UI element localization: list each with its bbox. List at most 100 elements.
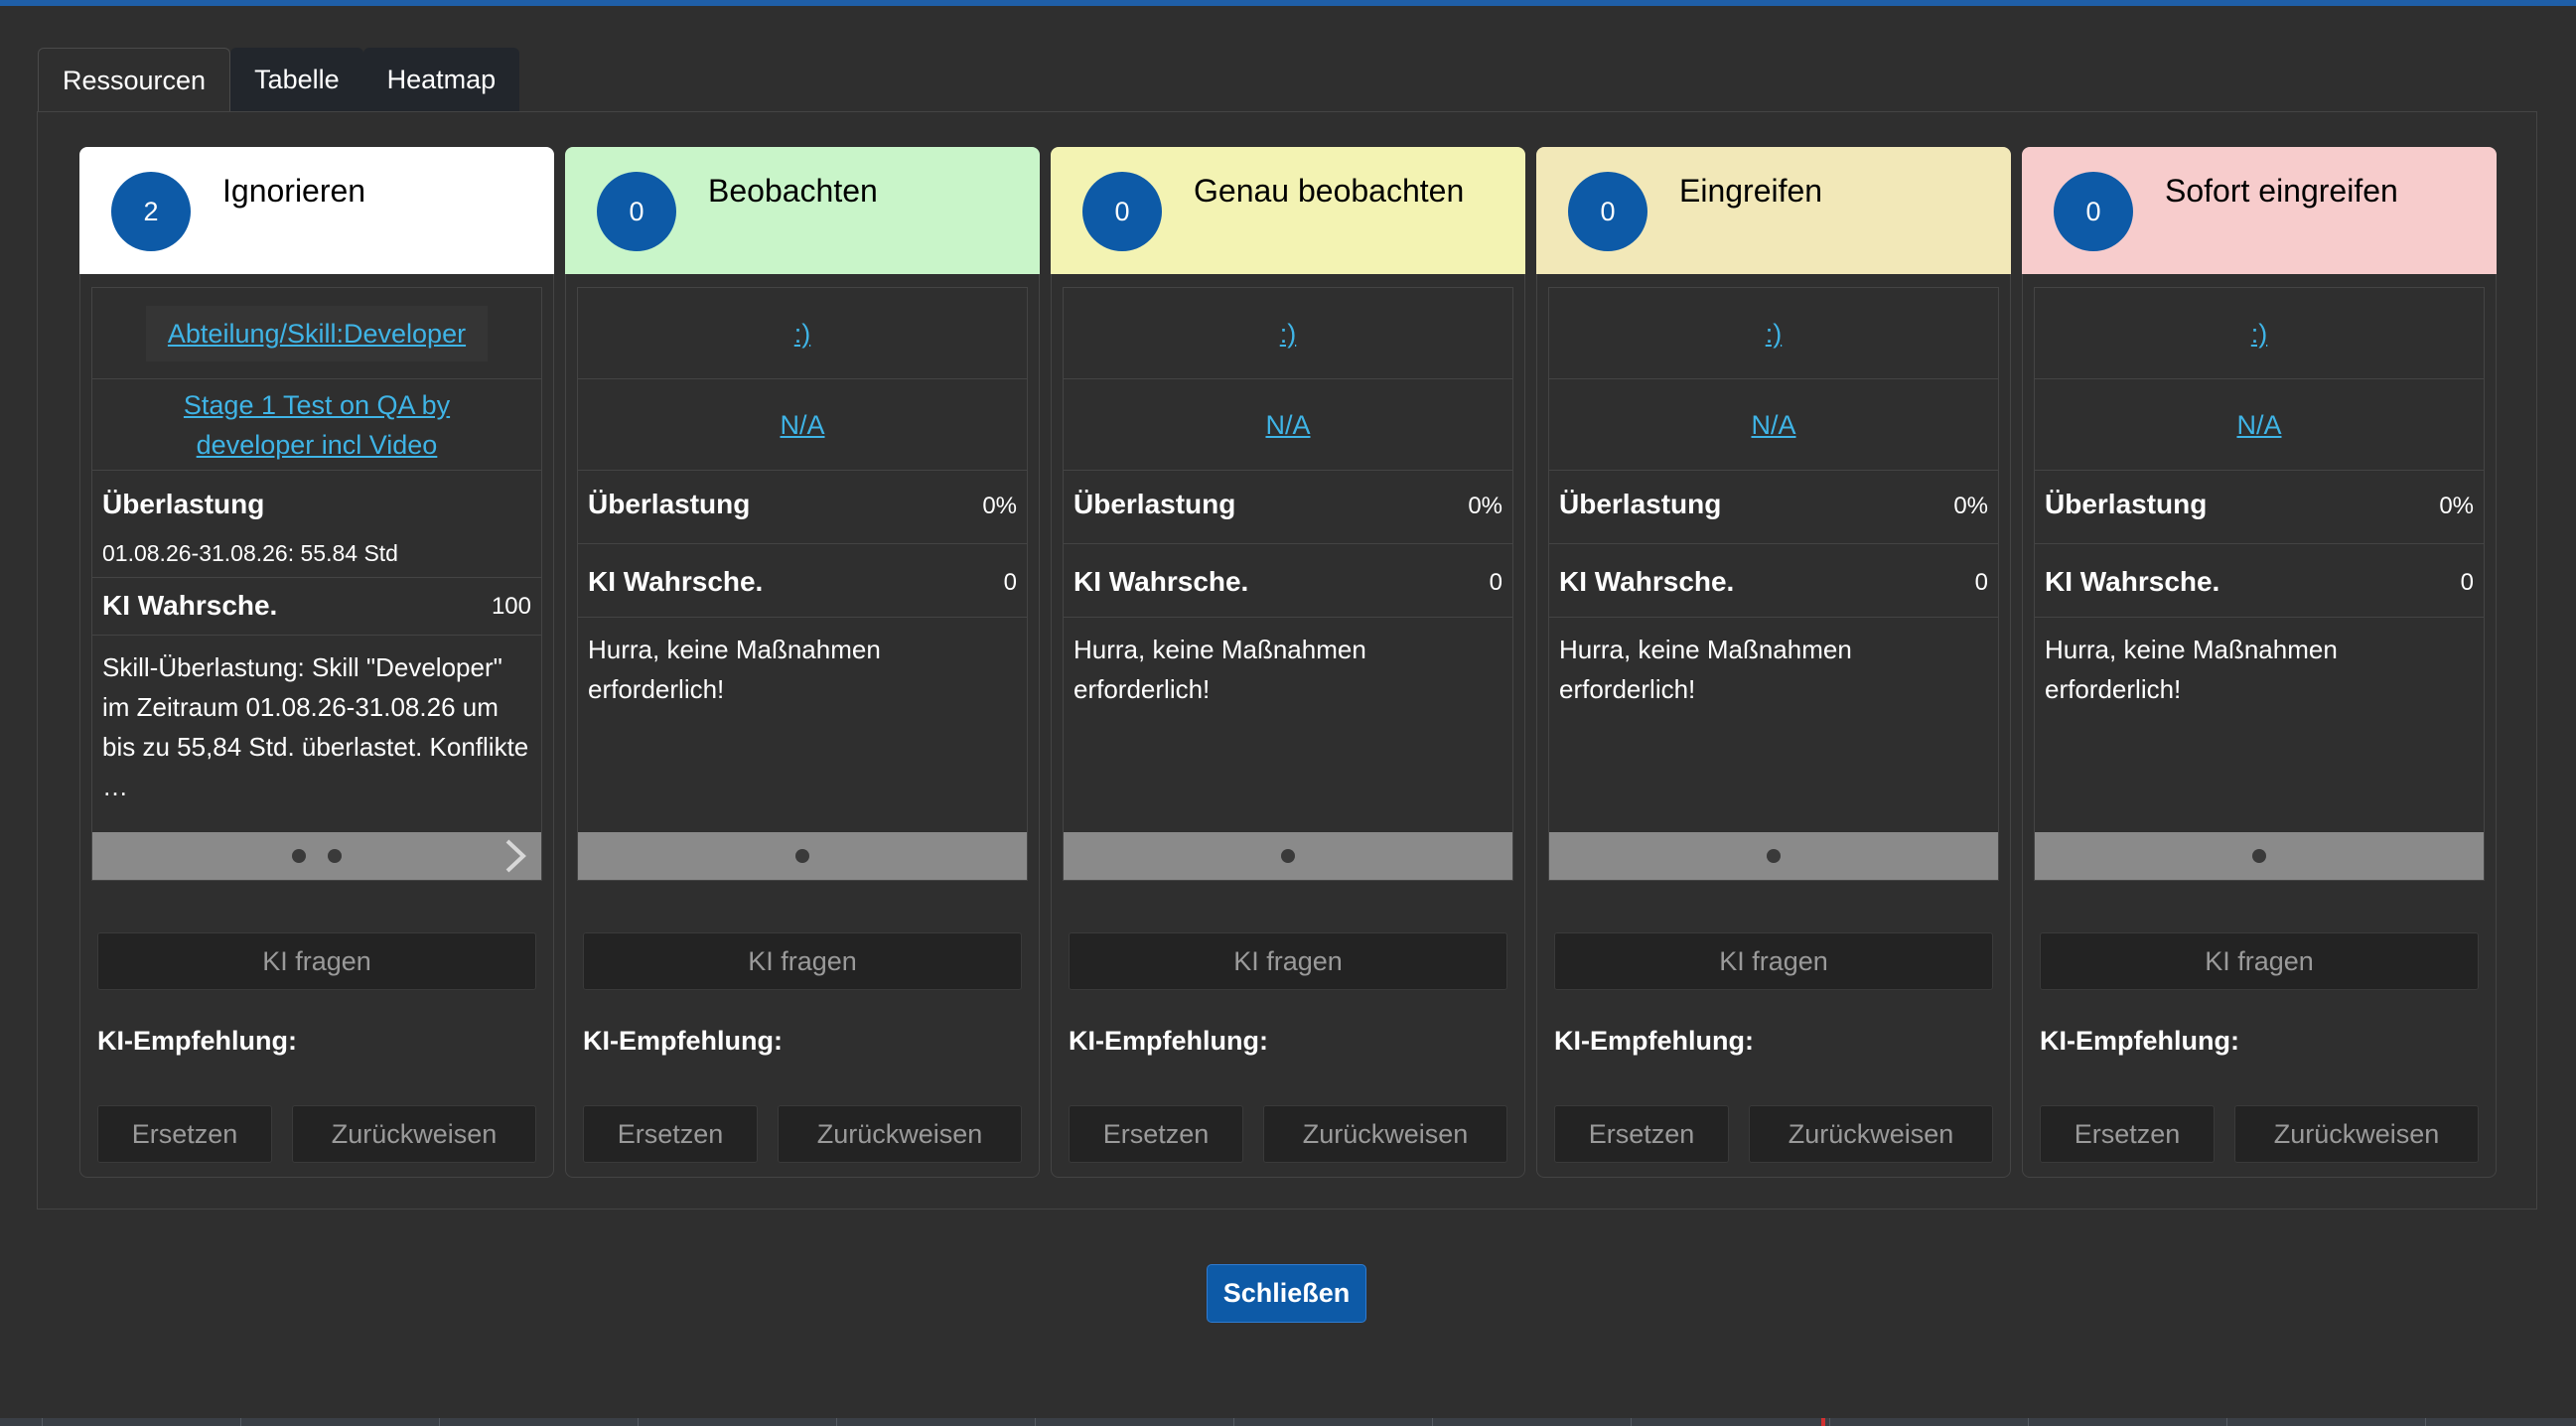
taskbar-divider xyxy=(1233,1418,1234,1426)
ki-probability-row: KI Wahrsche. 0 xyxy=(578,544,1027,618)
replace-button[interactable]: Ersetzen xyxy=(2040,1105,2215,1163)
overload-label: Überlastung xyxy=(588,489,751,519)
taskbar-divider xyxy=(1631,1418,1632,1426)
ask-ai-button[interactable]: KI fragen xyxy=(2040,932,2479,990)
column-title: Genau beobachten xyxy=(1194,173,1465,209)
chevron-right-icon[interactable] xyxy=(503,838,527,879)
replace-button[interactable]: Ersetzen xyxy=(583,1105,758,1163)
ask-ai-button[interactable]: KI fragen xyxy=(583,932,1022,990)
ki-probability-value: 0 xyxy=(2460,569,2474,596)
task-link-row: N/A xyxy=(578,379,1027,471)
tab-bar: Ressourcen Tabelle Heatmap xyxy=(38,48,520,112)
risk-column: 0 Genau beobachten :) N/A Überlastung 0% KI … xyxy=(1051,147,1525,1178)
replace-button[interactable]: Ersetzen xyxy=(1554,1105,1729,1163)
count-badge: 0 xyxy=(597,172,676,251)
department-link-row: :) xyxy=(1549,288,1998,379)
overload-label: Überlastung xyxy=(2045,489,2208,519)
department-skill-link[interactable]: :) xyxy=(2251,314,2268,354)
taskbar-divider xyxy=(1035,1418,1036,1426)
task-link[interactable]: Stage 1 Test on QA by developer incl Vid… xyxy=(158,385,476,465)
carousel-dot[interactable] xyxy=(1767,849,1781,863)
carousel-dot[interactable] xyxy=(1281,849,1295,863)
overload-value: 0% xyxy=(1953,493,1988,519)
carousel-dot[interactable] xyxy=(328,849,342,863)
department-skill-link[interactable]: :) xyxy=(1280,314,1297,354)
overload-row: Überlastung 0% xyxy=(2035,471,2484,544)
message-row: Hurra, keine Maßnahmen erforderlich! xyxy=(1064,618,1512,832)
carousel-indicator-bar xyxy=(578,832,1027,880)
task-link[interactable]: N/A xyxy=(780,405,824,445)
risk-column: 0 Beobachten :) N/A Überlastung 0% KI Wahrsc… xyxy=(565,147,1040,1178)
column-header: 2 Ignorieren xyxy=(79,147,554,274)
risk-card: :) N/A Überlastung 0% KI Wahrsche. 0 Hurra, … xyxy=(2034,287,2485,881)
column-title: Ignorieren xyxy=(222,173,366,209)
task-link-row: N/A xyxy=(1064,379,1512,471)
ai-recommendation-label: KI-Empfehlung: xyxy=(1069,1026,1268,1056)
tab-ressourcen[interactable]: Ressourcen xyxy=(38,48,231,112)
risk-column: 0 Eingreifen :) N/A Überlastung 0% KI Wahrsc… xyxy=(1536,147,2011,1178)
overload-label: Überlastung xyxy=(102,489,265,519)
message-row: Hurra, keine Maßnahmen erforderlich! xyxy=(578,618,1027,832)
department-link-row: :) xyxy=(578,288,1027,379)
overload-value: 0% xyxy=(982,493,1017,519)
department-skill-link[interactable]: :) xyxy=(794,314,811,354)
department-link-row: Abteilung/Skill:Developer xyxy=(92,288,541,379)
replace-button[interactable]: Ersetzen xyxy=(1069,1105,1243,1163)
column-header: 0 Eingreifen xyxy=(1536,147,2011,274)
risk-card: Abteilung/Skill:Developer Stage 1 Test o… xyxy=(91,287,542,881)
taskbar-divider xyxy=(836,1418,837,1426)
overload-detail: 01.08.26-31.08.26: 55.84 Std xyxy=(102,540,398,566)
department-skill-link[interactable]: Abteilung/Skill:Developer xyxy=(145,305,489,361)
column-header: 0 Genau beobachten xyxy=(1051,147,1525,274)
message-row: Skill-Überlastung: Skill "Developer" im … xyxy=(92,636,541,832)
taskbar-divider xyxy=(1829,1418,1830,1426)
message-text: Hurra, keine Maßnahmen erforderlich! xyxy=(1559,635,1852,704)
task-link[interactable]: N/A xyxy=(1265,405,1310,445)
replace-button[interactable]: Ersetzen xyxy=(97,1105,272,1163)
taskbar-divider xyxy=(42,1418,43,1426)
carousel-dot[interactable] xyxy=(2252,849,2266,863)
overload-value: 0% xyxy=(1468,493,1503,519)
ask-ai-button[interactable]: KI fragen xyxy=(97,932,536,990)
reject-button[interactable]: Zurückweisen xyxy=(1749,1105,1993,1163)
carousel-dot[interactable] xyxy=(795,849,809,863)
reject-button[interactable]: Zurückweisen xyxy=(292,1105,536,1163)
column-header: 0 Beobachten xyxy=(565,147,1040,274)
overload-row: Überlastung 0% xyxy=(578,471,1027,544)
count-badge: 0 xyxy=(1568,172,1647,251)
ki-probability-row: KI Wahrsche. 100 xyxy=(92,578,541,636)
reject-button[interactable]: Zurückweisen xyxy=(778,1105,1022,1163)
overload-row: Überlastung 0% xyxy=(1549,471,1998,544)
task-link[interactable]: N/A xyxy=(2236,405,2281,445)
reject-button[interactable]: Zurückweisen xyxy=(1263,1105,1507,1163)
tab-heatmap[interactable]: Heatmap xyxy=(362,48,520,111)
ki-probability-label: KI Wahrsche. xyxy=(2045,566,2220,597)
taskbar-divider xyxy=(240,1418,241,1426)
reject-button[interactable]: Zurückweisen xyxy=(2234,1105,2479,1163)
ki-probability-label: KI Wahrsche. xyxy=(1073,566,1249,597)
department-skill-link[interactable]: :) xyxy=(1766,314,1783,354)
carousel-dot[interactable] xyxy=(292,849,306,863)
carousel-indicator-bar xyxy=(1549,832,1998,880)
task-link[interactable]: N/A xyxy=(1751,405,1795,445)
overload-row: Überlastung 01.08.26-31.08.26: 55.84 Std xyxy=(92,471,541,578)
task-link-row: N/A xyxy=(2035,379,2484,471)
ki-probability-value: 0 xyxy=(1974,569,1988,596)
ai-recommendation-label: KI-Empfehlung: xyxy=(97,1026,297,1056)
overload-value: 0% xyxy=(2439,493,2474,519)
taskbar-divider xyxy=(2226,1418,2227,1426)
risk-column: 0 Sofort eingreifen :) N/A Überlastung 0% KI… xyxy=(2022,147,2497,1178)
ki-probability-value: 0 xyxy=(1489,569,1503,596)
ask-ai-button[interactable]: KI fragen xyxy=(1554,932,1993,990)
taskbar-divider xyxy=(439,1418,440,1426)
taskbar-divider xyxy=(1432,1418,1433,1426)
ask-ai-button[interactable]: KI fragen xyxy=(1069,932,1507,990)
tab-tabelle[interactable]: Tabelle xyxy=(230,48,363,111)
risk-card: :) N/A Überlastung 0% KI Wahrsche. 0 Hurra, … xyxy=(1063,287,1513,881)
column-title: Sofort eingreifen xyxy=(2165,173,2398,209)
risk-column: 2 Ignorieren Abteilung/Skill:Developer St… xyxy=(79,147,554,1178)
ki-probability-row: KI Wahrsche. 0 xyxy=(1064,544,1512,618)
message-row: Hurra, keine Maßnahmen erforderlich! xyxy=(2035,618,2484,832)
close-button[interactable]: Schließen xyxy=(1207,1264,1366,1323)
ki-probability-label: KI Wahrsche. xyxy=(102,590,278,621)
